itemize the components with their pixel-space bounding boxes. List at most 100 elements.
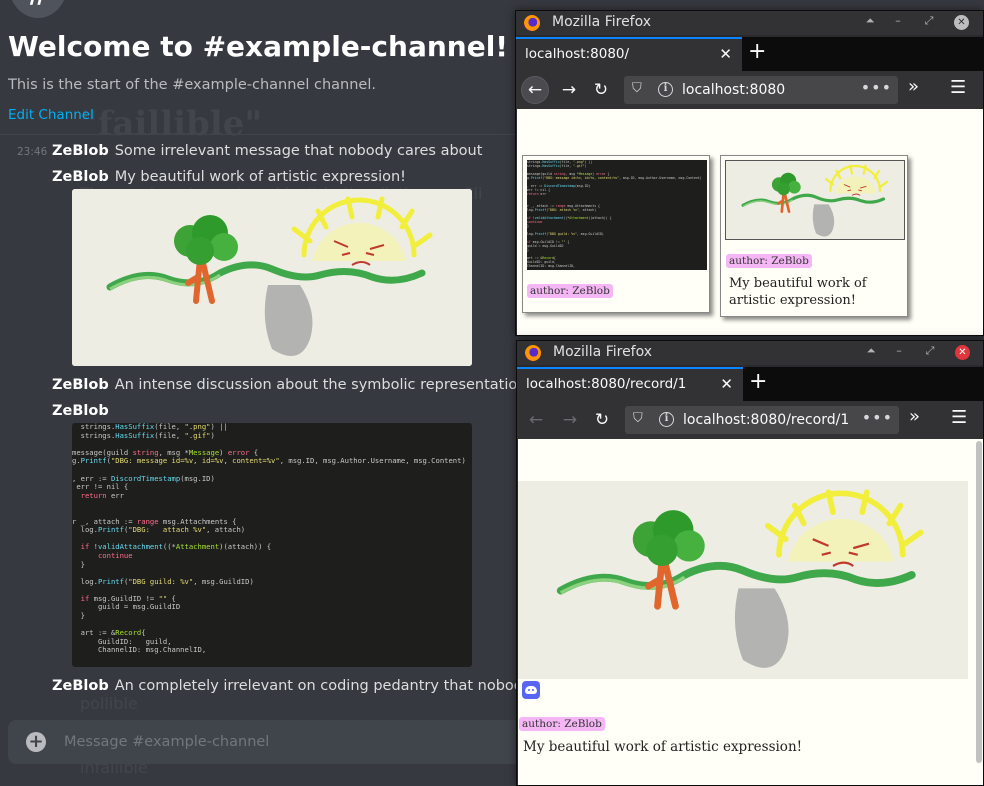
welcome-title: Welcome to #example-channel! — [8, 30, 509, 63]
forward-arrow-icon[interactable]: → — [556, 406, 584, 434]
new-tab-icon[interactable]: + — [749, 369, 767, 394]
record-image — [518, 481, 968, 679]
shade-icon[interactable]: ⏶ — [862, 14, 878, 28]
shade-icon[interactable]: ⏶ — [863, 344, 879, 358]
message-text: My beautiful work of artistic expression… — [114, 169, 406, 185]
code-line: guild = msg.GuildID — [72, 602, 181, 612]
reload-icon[interactable]: ↻ — [587, 76, 615, 104]
code-line: } — [72, 611, 85, 621]
tab-strip: localhost:8080/ ✕ + — [516, 37, 983, 71]
navigation-bar: ← → ↻ ⛉ i ••• » ☰ — [517, 401, 983, 439]
more-dots-icon[interactable]: ••• — [861, 78, 892, 97]
ghost-heading: "faillible" — [80, 104, 263, 144]
code-line: err != nil { — [72, 482, 129, 492]
code-line: log.Printf("DBG: attach %v", attach) — [72, 525, 246, 535]
firefox-window-record: Mozilla Firefox ⏶ – ⤢ ✕ localhost:8080/r… — [516, 340, 984, 786]
overflow-chevrons-icon[interactable]: » — [908, 76, 919, 97]
maximize-icon[interactable]: ⤢ — [921, 14, 937, 28]
overflow-chevrons-icon[interactable]: » — [909, 406, 920, 427]
plus-icon[interactable]: + — [26, 732, 46, 752]
record-card[interactable]: strings.HasSuffix(file, ".png") || strin… — [522, 155, 710, 313]
code-thumbnail: strings.HasSuffix(file, ".png") || strin… — [527, 160, 707, 270]
page-content: strings.HasSuffix(file, ".png") || strin… — [517, 109, 983, 335]
author-chip: author: ZeBlob — [726, 254, 812, 268]
hamburger-menu-icon[interactable]: ☰ — [951, 407, 967, 428]
scrollbar[interactable] — [976, 441, 982, 763]
hamburger-menu-icon[interactable]: ☰ — [950, 77, 966, 98]
message-text: Some irrelevant message that nobody care… — [114, 143, 483, 159]
message: ZeBlob — [52, 402, 109, 420]
ghost-word: pollible — [80, 694, 138, 713]
code-line: g.Printf("DBG: message id=%v, id=%v, con… — [72, 456, 466, 466]
message-author[interactable]: ZeBlob — [52, 678, 109, 694]
titlebar: Mozilla Firefox ⏶ – ⤢ ✕ — [516, 11, 983, 35]
url-input[interactable] — [683, 410, 863, 430]
message-author[interactable]: ZeBlob — [52, 169, 109, 185]
message-text: An completely irrelevant on coding pedan… — [114, 678, 569, 694]
channel-hash-icon: # — [8, 0, 68, 18]
navigation-bar: ← → ↻ ⛉ i ••• » ☰ — [516, 71, 983, 109]
code-screenshot-attachment[interactable]: strings.HasSuffix(file, ".png") || strin… — [72, 423, 472, 667]
message-author[interactable]: ZeBlob — [52, 403, 109, 419]
tab-strip: localhost:8080/record/1 ✕ + — [517, 367, 983, 401]
code-line: } — [72, 559, 85, 569]
url-input[interactable] — [682, 80, 862, 100]
minimize-icon[interactable]: – — [891, 344, 907, 357]
tab-localhost[interactable]: localhost:8080/ ✕ — [516, 37, 742, 71]
shield-icon[interactable]: ⛉ — [632, 81, 642, 96]
message-author[interactable]: ZeBlob — [52, 377, 109, 393]
message-author[interactable]: ZeBlob — [52, 143, 109, 159]
forward-arrow-icon[interactable]: → — [555, 76, 583, 104]
window-title: Mozilla Firefox — [553, 344, 653, 360]
shield-icon[interactable]: ⛉ — [633, 411, 643, 426]
page-content: author: ZeBlob My beautiful work of arti… — [518, 439, 983, 785]
url-bar: ⛉ i ••• — [625, 406, 899, 434]
code-line: ChannelID: msg.ChannelID, — [527, 264, 575, 268]
reload-icon[interactable]: ↻ — [588, 406, 616, 434]
message-input[interactable] — [64, 730, 484, 754]
close-icon[interactable]: ✕ — [954, 15, 969, 30]
message: ZeBlob An completely irrelevant on coding… — [52, 677, 569, 695]
info-icon[interactable]: i — [659, 412, 674, 427]
maximize-icon[interactable]: ⤢ — [922, 344, 938, 358]
message: ZeBlob An intense discussion about the sy… — [52, 376, 564, 394]
record-description: My beautiful work of artistic expression… — [523, 739, 803, 755]
more-dots-icon[interactable]: ••• — [862, 408, 893, 427]
author-chip: author: ZeBlob — [519, 717, 605, 731]
card-description: My beautiful work of artistic expression… — [729, 276, 867, 308]
minimize-icon[interactable]: – — [890, 14, 906, 27]
code-line: return err — [80, 490, 124, 500]
titlebar: Mozilla Firefox ⏶ – ⤢ ✕ — [517, 341, 983, 365]
code-line: ChannelID: msg.ChannelID, — [72, 645, 207, 655]
close-icon[interactable]: ✕ — [955, 345, 970, 360]
new-tab-icon[interactable]: + — [748, 39, 766, 64]
tab-label: localhost:8080/record/1 — [526, 376, 687, 392]
tab-close-icon[interactable]: ✕ — [719, 45, 732, 63]
code-line: continue — [97, 550, 133, 560]
info-icon[interactable]: i — [658, 82, 673, 97]
code-line: g.Printf("DBG: message id=%v, id=%v, con… — [527, 176, 702, 180]
edit-channel-link[interactable]: Edit Channel — [8, 107, 94, 123]
tab-label: localhost:8080/ — [525, 46, 630, 62]
record-card[interactable]: author: ZeBlob My beautiful work of arti… — [720, 155, 908, 317]
window-title: Mozilla Firefox — [552, 14, 652, 30]
drawing-attachment[interactable] — [72, 189, 472, 366]
tab-close-icon[interactable]: ✕ — [720, 375, 733, 393]
code-line: strings.HasSuffix(file, ".gif") — [72, 430, 215, 440]
drawing-thumbnail — [725, 160, 905, 240]
firefox-logo-icon — [525, 345, 541, 361]
message: ZeBlob My beautiful work of artistic expr… — [52, 168, 406, 186]
firefox-window-home: Mozilla Firefox ⏶ – ⤢ ✕ localhost:8080/ … — [515, 10, 984, 336]
tab-record[interactable]: localhost:8080/record/1 ✕ — [517, 367, 743, 401]
message: ZeBlob Some irrelevant message that nobod… — [52, 142, 482, 160]
welcome-subtitle: This is the start of the #example-channe… — [8, 77, 376, 93]
back-arrow-icon[interactable]: ← — [521, 76, 549, 104]
back-arrow-icon[interactable]: ← — [522, 406, 550, 434]
code-line: log.Printf("DBG guild: %v", msg.GuildID) — [72, 576, 254, 586]
message-timestamp: 23:46 — [17, 146, 48, 158]
firefox-logo-icon — [524, 15, 540, 31]
discord-icon[interactable] — [522, 681, 540, 699]
author-chip: author: ZeBlob — [527, 284, 613, 298]
url-bar: ⛉ i ••• — [624, 76, 898, 104]
